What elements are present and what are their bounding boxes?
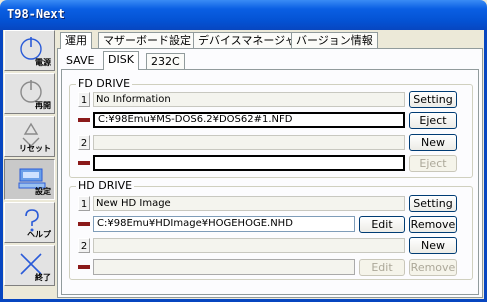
tab-device-manager[interactable]: デバイスマネージャ	[193, 32, 301, 48]
power-label: 電源	[35, 58, 51, 67]
fd2-number: 2	[78, 135, 90, 150]
hd1-edit-button[interactable]: Edit	[359, 216, 405, 233]
window-title: T98-Next	[7, 7, 65, 21]
resume-label: 再開	[35, 101, 51, 110]
tab-motherboard-settings[interactable]: マザーボード設定	[98, 32, 196, 48]
hd2-indicator	[78, 265, 90, 269]
settings-button[interactable]: 設定	[4, 159, 55, 200]
fd1-number: 1	[78, 92, 90, 107]
help-label: ヘルプ	[27, 230, 51, 239]
hd2-number: 2	[78, 238, 90, 253]
fd-drive-title: FD DRIVE	[76, 77, 133, 90]
app-window: T98-Next 電源 再開 リセット 設定 ヘルプ 終了 運用 マザーボード設…	[0, 0, 487, 302]
help-button[interactable]: ヘルプ	[4, 202, 55, 243]
hd1-indicator	[78, 222, 90, 226]
fd2-new-button[interactable]: New	[409, 134, 457, 151]
exit-label: 終了	[35, 273, 51, 282]
resume-button[interactable]: 再開	[4, 73, 55, 114]
hd2-info	[93, 238, 405, 253]
fd2-info	[93, 135, 405, 150]
fd2-path-field[interactable]	[93, 155, 405, 171]
fd1-setting-button[interactable]: Setting	[409, 91, 457, 108]
tab-232c[interactable]: 232C	[146, 53, 185, 69]
fd2-indicator	[78, 161, 90, 165]
reset-label: リセット	[19, 144, 51, 153]
power-button[interactable]: 電源	[4, 30, 55, 71]
exit-button[interactable]: 終了	[4, 245, 55, 286]
hd1-setting-button[interactable]: Setting	[409, 195, 457, 212]
title-bar[interactable]: T98-Next	[0, 0, 487, 30]
tab-version-info[interactable]: バージョン情報	[291, 32, 378, 48]
hd1-remove-button[interactable]: Remove	[409, 216, 457, 233]
fd1-indicator	[78, 118, 90, 122]
fd1-eject-button[interactable]: Eject	[409, 112, 457, 129]
hd2-new-button[interactable]: New	[409, 237, 457, 254]
hd2-remove-button[interactable]: Remove	[409, 259, 457, 276]
hd1-path-field[interactable]: C:¥98Emu¥HDImage¥HOGEHOGE.NHD	[93, 216, 355, 232]
tab-operation[interactable]: 運用	[60, 32, 92, 49]
hd1-number: 1	[78, 196, 90, 211]
tab-save[interactable]: SAVE	[62, 53, 98, 69]
hd-drive-title: HD DRIVE	[76, 179, 135, 192]
hd2-path-field[interactable]	[93, 259, 355, 275]
fd1-path-field[interactable]: C:¥98Emu¥MS-DOS6.2¥DOS62#1.NFD	[93, 112, 405, 128]
fd2-eject-button[interactable]: Eject	[409, 155, 457, 172]
hd1-info: New HD Image	[93, 196, 405, 211]
reset-button[interactable]: リセット	[4, 116, 55, 157]
fd1-info: No Information	[93, 92, 405, 107]
hd2-edit-button[interactable]: Edit	[359, 259, 405, 276]
settings-label: 設定	[35, 187, 51, 196]
tab-disk[interactable]: DISK	[103, 51, 139, 70]
